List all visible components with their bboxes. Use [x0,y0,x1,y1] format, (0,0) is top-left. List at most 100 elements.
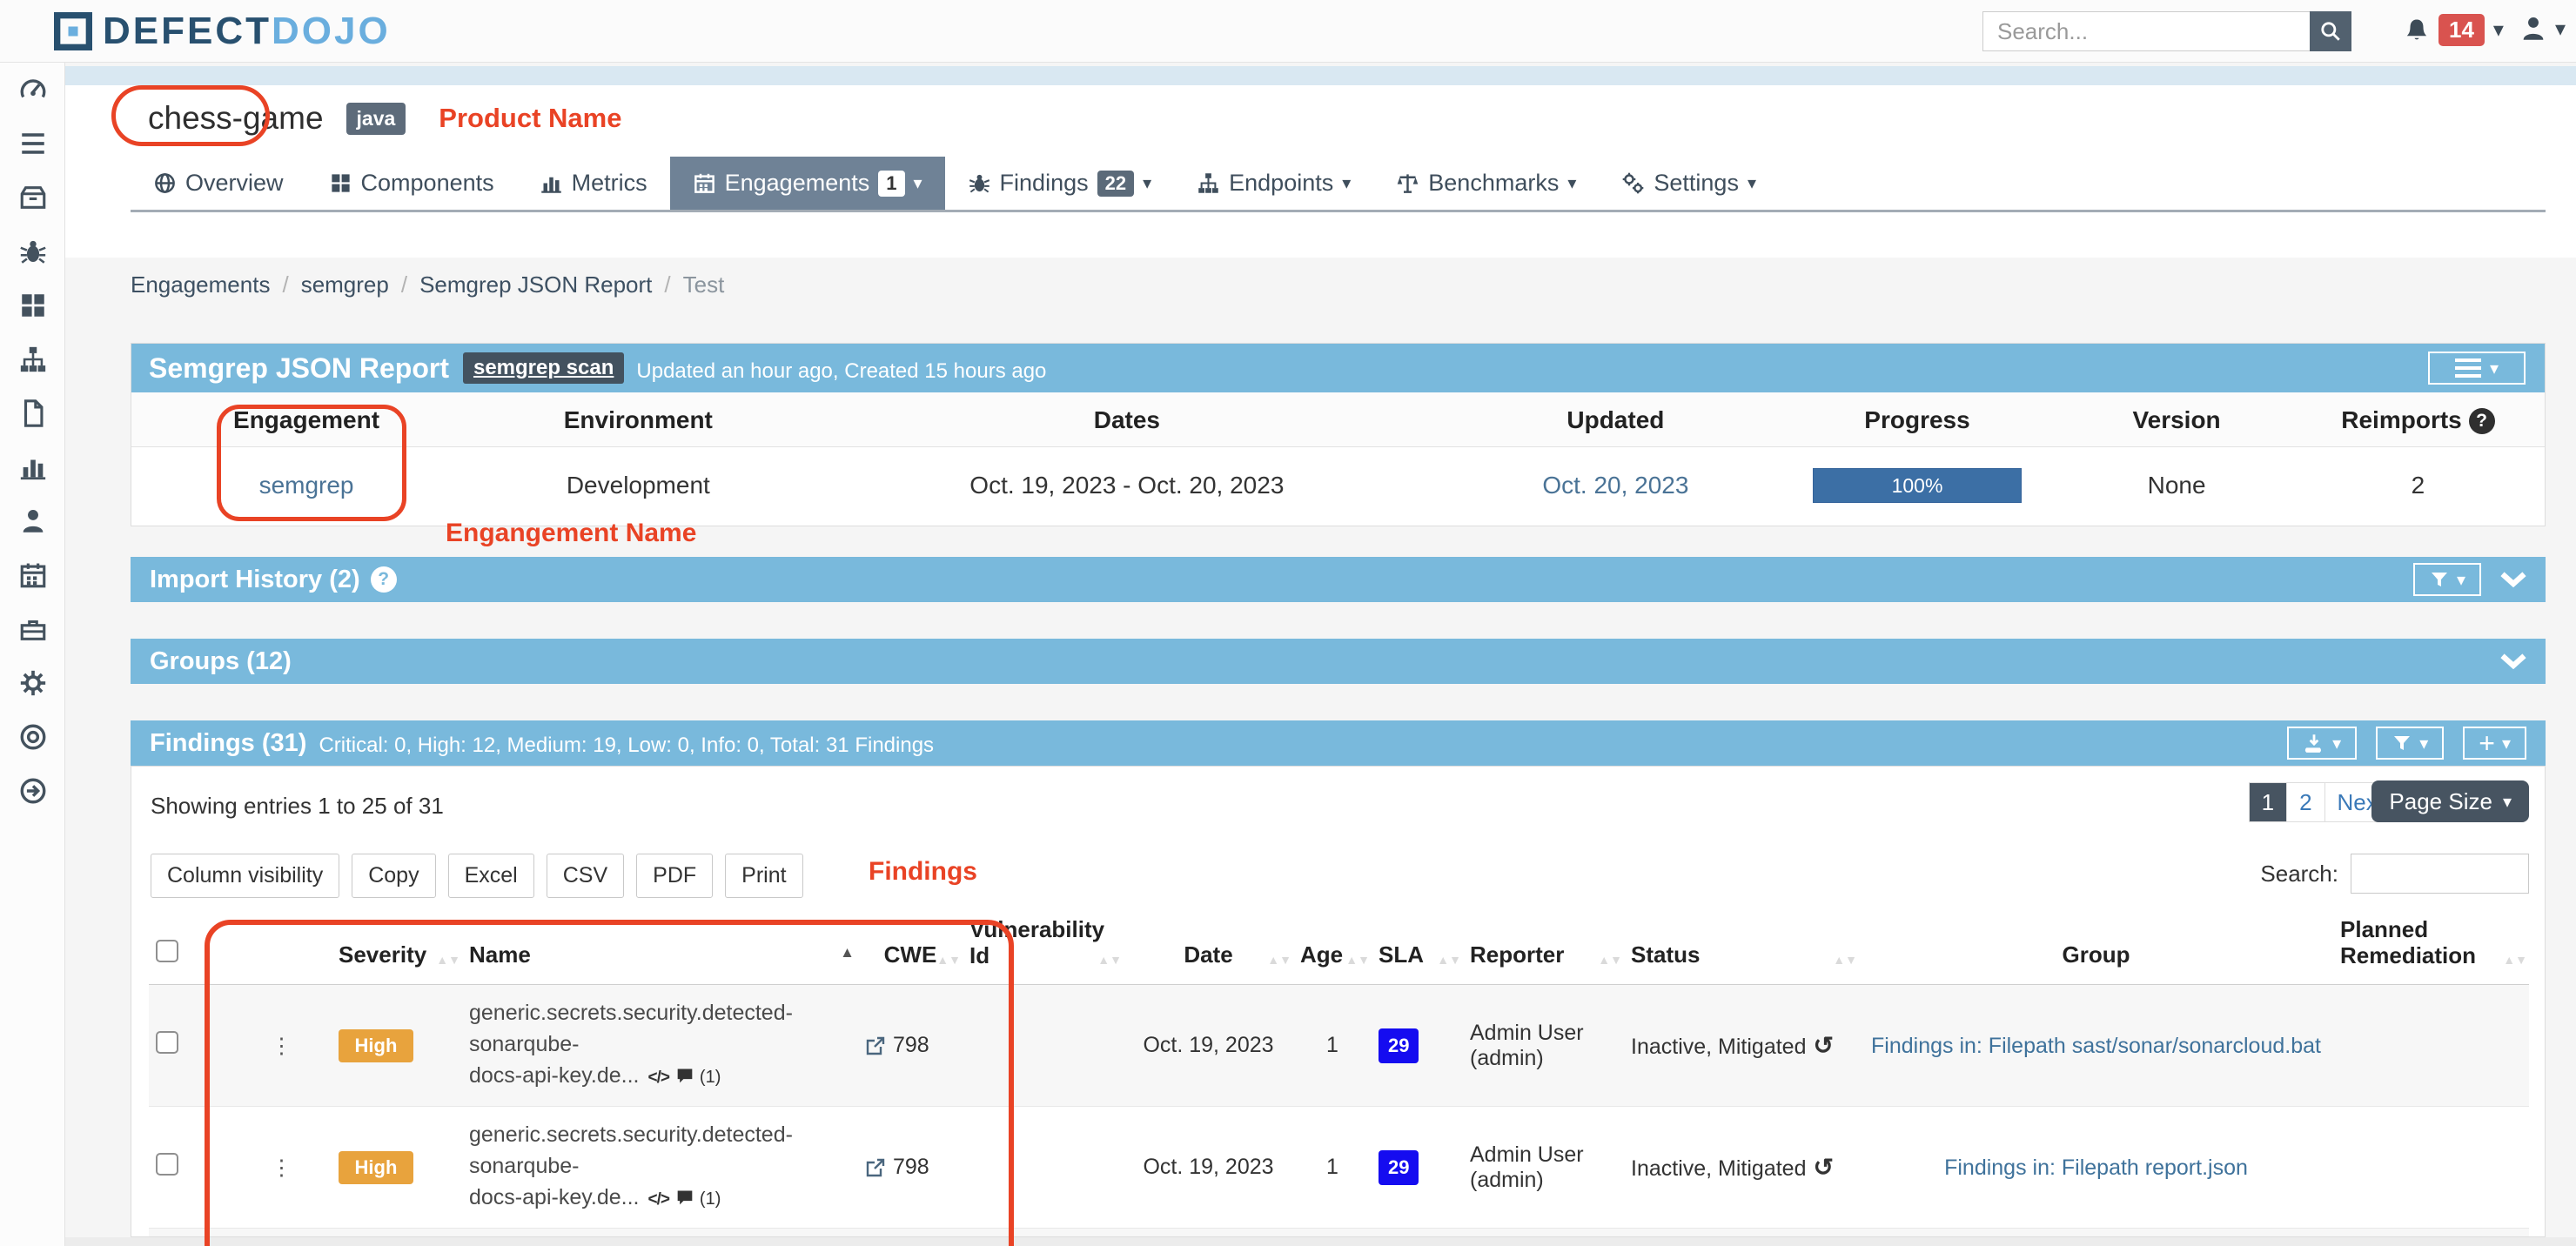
tab-endpoints[interactable]: Endpoints ▾ [1174,157,1373,210]
breadcrumb-current: Test [683,271,725,298]
row-menu-kebab-icon[interactable]: ⋮ [231,1229,332,1238]
groups-chevron-icon[interactable] [2500,653,2526,669]
row-menu-kebab-icon[interactable]: ⋮ [231,1107,332,1229]
col-group[interactable]: Group [1859,908,2333,985]
severity-badge: High [339,1029,413,1062]
page-size-button[interactable]: Page Size ▾ [2371,780,2529,822]
row-menu-kebab-icon[interactable]: ⋮ [231,985,332,1107]
import-history-help-icon[interactable]: ? [371,566,397,593]
notification-count-badge[interactable]: 14 [2438,14,2485,46]
tab-settings[interactable]: Settings ▾ [1599,157,1779,210]
sidebar-icon-inbox-box[interactable] [0,171,65,224]
col-status[interactable]: Status▲▼ [1624,908,1859,985]
tab-findings[interactable]: Findings 22 ▾ [945,157,1175,210]
tab-engagements[interactable]: Engagements 1 ▾ [670,157,945,210]
import-history-bar[interactable]: Import History (2) ? ▾ [131,557,2546,602]
csv-button[interactable]: CSV [547,854,624,898]
engagement-link[interactable]: semgrep [259,472,354,499]
import-history-chevron-icon[interactable] [2500,572,2526,587]
engagement-panel-title: Semgrep JSON Report [149,352,449,385]
sidebar-icon-grid[interactable] [0,278,65,332]
tab-overview[interactable]: Overview [131,157,306,210]
sidebar-icon-bar-chart[interactable] [0,440,65,494]
benchmarks-caret-icon: ▾ [1567,172,1576,194]
finding-name-link[interactable]: generic.secrets.security.detected-sonarq… [469,1119,851,1182]
col-vulnerability-id[interactable]: VulnerabilityId▲▼ [963,908,1124,985]
finding-name-link[interactable]: docs-api-key.de... [469,1185,639,1209]
col-severity[interactable]: Severity▲▼ [332,908,462,985]
col-sla[interactable]: SLA▲▼ [1372,908,1463,985]
finding-row-2: ⋮ High generic.secrets.security.detected… [149,1107,2529,1229]
col-name[interactable]: Name▲ [462,908,858,985]
finding-name-link[interactable]: generic.secrets.security.detected-sonarq… [469,997,851,1060]
breadcrumb-semgrep-json-report[interactable]: Semgrep JSON Report [419,271,652,298]
sidebar-icon-logout-arrow[interactable] [0,764,65,818]
notification-caret-icon[interactable]: ▾ [2493,17,2504,43]
findings-add-button[interactable]: + ▾ [2463,727,2526,760]
copy-button[interactable]: Copy [352,854,435,898]
excel-button[interactable]: Excel [448,854,534,898]
sidebar-icon-help-ring[interactable] [0,710,65,764]
breadcrumb-semgrep[interactable]: semgrep [301,271,389,298]
sidebar-icon-bug[interactable] [0,224,65,278]
row-checkbox[interactable] [156,1031,178,1054]
user-icon[interactable] [2519,14,2548,44]
cwe-value[interactable]: 798 [893,1033,929,1058]
group-link[interactable]: Findings in: Filepath report.json [1866,1153,2326,1182]
finding-name-link[interactable]: docs-api-key.de... [469,1063,639,1088]
global-search-input[interactable] [1982,11,2310,51]
sidebar-icon-user[interactable] [0,494,65,548]
history-icon[interactable]: ↺ [1814,1032,1834,1059]
reimports-help-icon[interactable]: ? [2469,408,2495,434]
import-history-filter-button[interactable]: ▾ [2413,563,2481,596]
tab-components[interactable]: Components [306,157,517,210]
column-visibility-button[interactable]: Column visibility [151,854,339,898]
page-2-button[interactable]: 2 [2287,783,2324,821]
sla-badge: 29 [1379,1150,1419,1185]
tab-metrics[interactable]: Metrics [517,157,670,210]
engagement-panel-header: Semgrep JSON Report semgrep scan Updated… [131,344,2545,392]
findings-filter-button[interactable]: ▾ [2376,727,2444,760]
findings-search-input[interactable] [2351,854,2529,894]
sidebar-icon-toolbox[interactable] [0,602,65,656]
col-planned-remediation[interactable]: PlannedRemediation▲▼ [2333,908,2529,985]
row-checkbox[interactable] [156,1153,178,1176]
filter-caret-icon: ▾ [2419,733,2428,754]
engagement-meta: Updated an hour ago, Created 15 hours ag… [636,359,1046,384]
sidebar-icon-sitemap[interactable] [0,332,65,386]
comment-count: (1) [700,1068,721,1087]
breadcrumb-separator: / [401,271,407,298]
code-icon: </> [647,1190,668,1209]
external-link-icon[interactable] [865,1035,886,1056]
col-date[interactable]: Date▲▼ [1124,908,1293,985]
col-reporter[interactable]: Reporter▲▼ [1463,908,1624,985]
sidebar-icon-calendar[interactable] [0,548,65,602]
select-all-checkbox[interactable] [156,940,178,962]
global-search-button[interactable] [2310,11,2351,51]
tab-benchmarks[interactable]: Benchmarks ▾ [1373,157,1599,210]
findings-download-button[interactable]: ▾ [2287,727,2357,760]
history-icon[interactable]: ↺ [1814,1154,1834,1181]
col-cwe[interactable]: CWE▲▼ [858,908,963,985]
external-link-icon[interactable] [865,1157,886,1178]
group-link[interactable]: Findings in: Filepath sast/sonar/sonarcl… [1866,1031,2326,1061]
engagement-menu-button[interactable]: ▾ [2428,352,2526,385]
print-button[interactable]: Print [725,854,802,898]
bell-icon[interactable] [2404,17,2430,44]
col-age[interactable]: Age▲▼ [1293,908,1372,985]
updated-value[interactable]: Oct. 20, 2023 [1542,472,1688,499]
sidebar-icon-list[interactable] [0,117,65,171]
findings-search-label: Search: [2260,861,2338,888]
scan-type-badge[interactable]: semgrep scan [463,352,624,384]
groups-bar[interactable]: Groups (12) [131,639,2546,684]
sidebar-icon-gear[interactable] [0,656,65,710]
sidebar-icon-document[interactable] [0,386,65,440]
pdf-button[interactable]: PDF [636,854,713,898]
product-name[interactable]: chess-game [131,100,341,137]
page-1-button[interactable]: 1 [2250,783,2287,821]
sidebar-icon-dashboard-gauge[interactable] [0,63,65,117]
defectdojo-logo[interactable]: DEFECTDOJO [54,12,391,50]
breadcrumb-engagements[interactable]: Engagements [131,271,270,298]
cwe-value[interactable]: 798 [893,1155,929,1180]
user-menu-caret-icon[interactable]: ▾ [2555,17,2566,42]
